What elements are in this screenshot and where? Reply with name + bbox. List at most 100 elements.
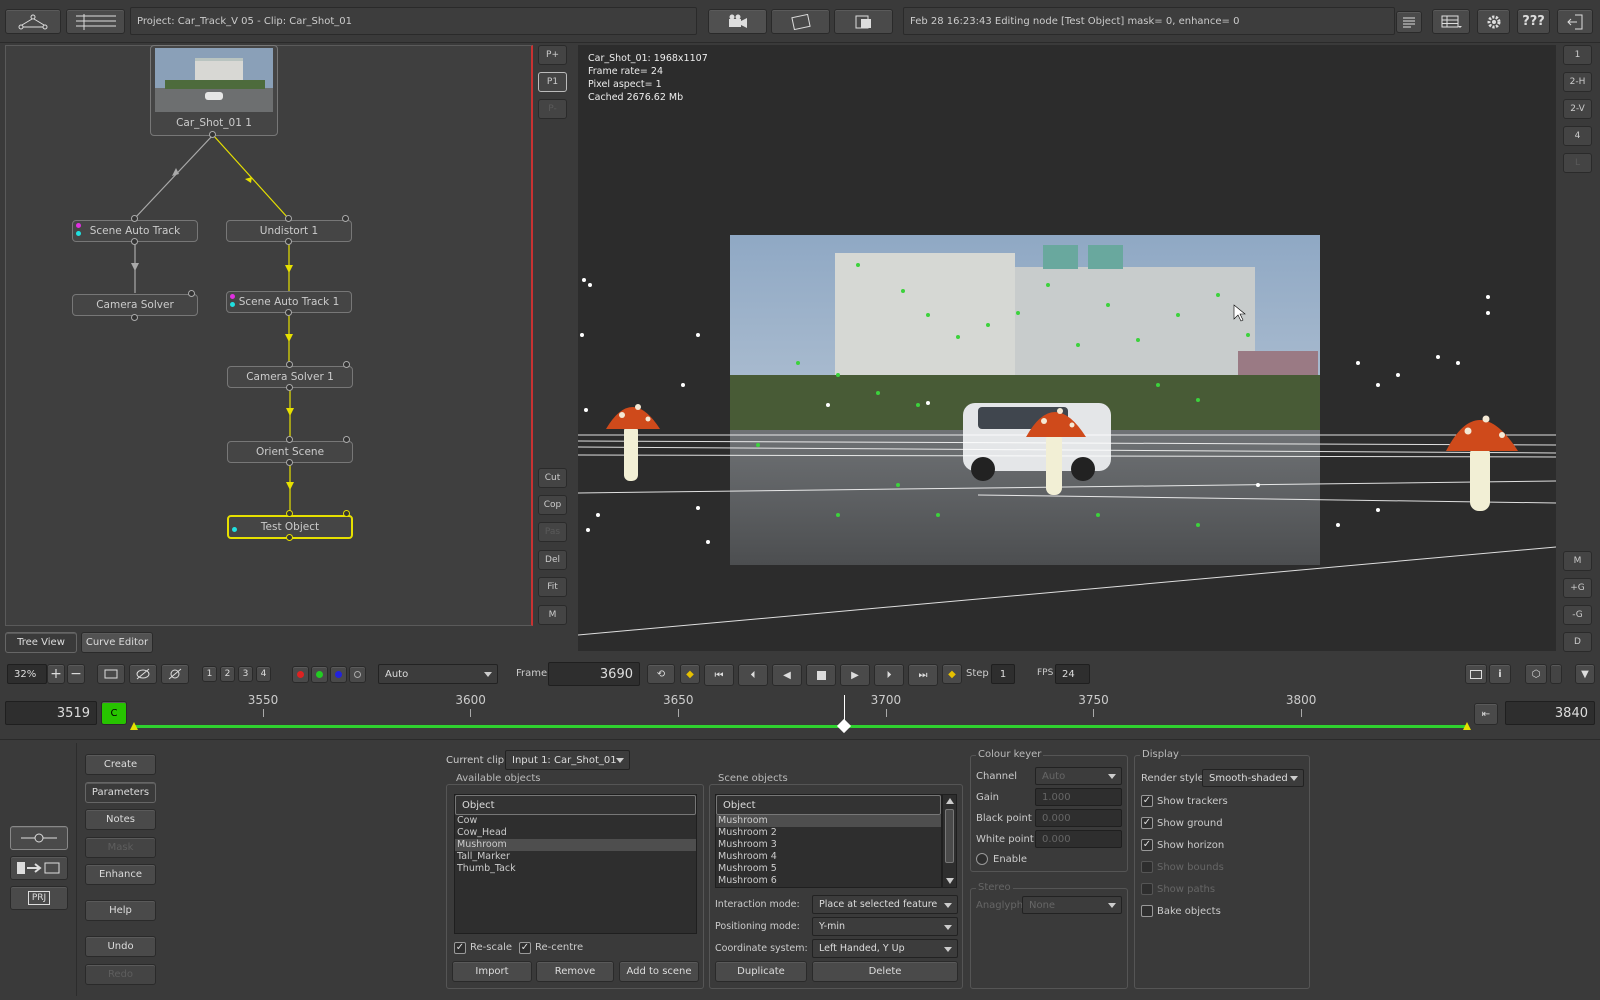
- view-2-button[interactable]: 2: [220, 666, 235, 682]
- node-output-pin[interactable]: [131, 238, 138, 245]
- node-output-pin[interactable]: [209, 131, 216, 138]
- node-option-pin[interactable]: [343, 436, 350, 443]
- key-next-button[interactable]: ◆: [942, 664, 962, 684]
- list-item[interactable]: Cow: [455, 815, 696, 827]
- node-input-pin[interactable]: [131, 215, 138, 222]
- node-input-pin[interactable]: [131, 314, 138, 321]
- viewer-m-button[interactable]: M: [1563, 551, 1592, 571]
- timeline-end-marker[interactable]: [1463, 722, 1471, 730]
- node-option-pin[interactable]: [343, 510, 350, 517]
- play-backward-button[interactable]: ◀: [772, 664, 802, 686]
- viewer-layout-4-button[interactable]: 4: [1563, 126, 1592, 146]
- settings-button[interactable]: [1477, 9, 1510, 34]
- key-prev-button[interactable]: ◆: [680, 664, 700, 684]
- viewer-layout-1-button[interactable]: 1: [1563, 45, 1592, 65]
- fps-input[interactable]: 24: [1055, 664, 1090, 684]
- tool-transfer-button[interactable]: [10, 856, 68, 880]
- show-bounds-checkbox[interactable]: [1141, 861, 1153, 873]
- paste-button[interactable]: Pas: [538, 522, 567, 542]
- info-button[interactable]: i: [1489, 664, 1511, 684]
- list-item[interactable]: Mushroom 2: [716, 827, 941, 839]
- frame-input[interactable]: 3690: [548, 662, 640, 686]
- node-output-pin[interactable]: [285, 238, 292, 245]
- viewer-d-button[interactable]: D: [1563, 632, 1592, 652]
- scene-objects-list[interactable]: Object Mushroom Mushroom 2 Mushroom 3 Mu…: [715, 794, 942, 888]
- step-forward-button[interactable]: ⏵: [874, 664, 904, 686]
- loop-button[interactable]: ⟲: [647, 664, 675, 684]
- node-output-pin[interactable]: [188, 290, 195, 297]
- viewer-layout-2h-button[interactable]: 2-H: [1563, 72, 1592, 92]
- list-item[interactable]: Mushroom: [716, 815, 941, 827]
- timeline-fit-button[interactable]: ⇤: [1474, 703, 1498, 725]
- help-button[interactable]: ???: [1517, 9, 1550, 34]
- list-item[interactable]: Mushroom 4: [716, 851, 941, 863]
- overlay-toggle-button[interactable]: [129, 664, 157, 684]
- step-input[interactable]: 1: [991, 664, 1015, 684]
- notes-button[interactable]: Notes: [85, 809, 156, 830]
- show-trackers-checkbox[interactable]: ✓: [1141, 795, 1153, 807]
- enhance-button[interactable]: Enhance: [85, 864, 156, 885]
- zoom-in-button[interactable]: +: [47, 664, 65, 684]
- render-style-dropdown[interactable]: Smooth-shaded: [1202, 769, 1304, 787]
- node-option-pin[interactable]: [343, 361, 350, 368]
- viewer-panel[interactable]: Car_Shot_01: 1968x1107 Frame rate= 24 Pi…: [578, 45, 1556, 651]
- undo-button[interactable]: Undo: [85, 936, 156, 957]
- node-input-pin[interactable]: [286, 510, 293, 517]
- fit-button[interactable]: Fit: [538, 577, 567, 597]
- 3d-option-button[interactable]: [1550, 664, 1562, 684]
- layout-menu-button[interactable]: [1432, 9, 1470, 34]
- tool-line-button[interactable]: [10, 826, 68, 850]
- node-input-pin[interactable]: [286, 361, 293, 368]
- viewer-layout-2v-button[interactable]: 2-V: [1563, 99, 1592, 119]
- node-output-pin[interactable]: [285, 309, 292, 316]
- blue-channel-button[interactable]: [330, 666, 347, 683]
- timeline-track[interactable]: 3550 3600 3650 3700 3750 3800: [130, 693, 1471, 734]
- timeline-start-input[interactable]: 3519: [5, 701, 97, 725]
- interaction-mode-dropdown[interactable]: Place at selected feature: [812, 895, 958, 914]
- list-item[interactable]: Mushroom: [455, 839, 696, 851]
- pan-minus-button[interactable]: P-: [538, 99, 567, 119]
- viewer-layout-l-button[interactable]: L: [1563, 153, 1592, 173]
- duplicate-button[interactable]: Duplicate: [715, 961, 807, 982]
- white-point-input[interactable]: 0.000: [1035, 830, 1122, 848]
- import-button[interactable]: Import: [452, 961, 532, 982]
- add-to-scene-button[interactable]: Add to scene: [619, 961, 699, 982]
- zoom-out-button[interactable]: −: [67, 664, 85, 684]
- red-channel-button[interactable]: [292, 666, 309, 683]
- positioning-mode-dropdown[interactable]: Y-min: [812, 917, 958, 936]
- scroll-up-icon[interactable]: [946, 798, 954, 804]
- list-item[interactable]: Tall_Marker: [455, 851, 696, 863]
- list-item[interactable]: Cow_Head: [455, 827, 696, 839]
- tab-curve-editor[interactable]: Curve Editor: [81, 632, 153, 653]
- current-clip-dropdown[interactable]: Input 1: Car_Shot_01: [505, 750, 630, 770]
- timeline-c-button[interactable]: C: [101, 701, 127, 725]
- available-objects-list[interactable]: Object Cow Cow_Head Mushroom Tall_Marker…: [454, 794, 697, 934]
- node-option-pin[interactable]: [342, 215, 349, 222]
- mask-button[interactable]: Mask: [85, 837, 156, 858]
- step-back-button[interactable]: ⏴: [738, 664, 768, 686]
- help-panel-button[interactable]: Help: [85, 900, 156, 921]
- node-output-pin[interactable]: [286, 534, 293, 541]
- clip-node[interactable]: Car_Shot_01 1: [150, 45, 278, 136]
- parameters-button[interactable]: Parameters: [85, 782, 156, 803]
- timeline-start-marker[interactable]: [130, 722, 138, 730]
- menu-m-button[interactable]: M: [538, 605, 567, 625]
- viewer-plus-g-button[interactable]: +G: [1563, 578, 1592, 598]
- list-item[interactable]: Mushroom 6: [716, 875, 941, 887]
- view-1-button[interactable]: 1: [202, 666, 217, 682]
- mask-toggle-button[interactable]: [161, 664, 189, 684]
- list-item[interactable]: Mushroom 5: [716, 863, 941, 875]
- scroll-thumb[interactable]: [945, 809, 954, 863]
- 3d-view-button[interactable]: ⬡: [1525, 664, 1547, 684]
- create-button[interactable]: Create: [85, 754, 156, 775]
- delete-node-button[interactable]: Del: [538, 550, 567, 570]
- fit-view-button[interactable]: [97, 664, 125, 684]
- copy-button[interactable]: Cop: [538, 495, 567, 515]
- rescale-checkbox[interactable]: ✓: [454, 942, 466, 954]
- show-ground-checkbox[interactable]: ✓: [1141, 817, 1153, 829]
- pan-one-button[interactable]: P1: [538, 72, 567, 92]
- cut-button[interactable]: Cut: [538, 468, 567, 488]
- forward-end-button[interactable]: ⏭: [908, 664, 938, 686]
- camera-view-button[interactable]: [708, 9, 767, 34]
- play-forward-button[interactable]: ▶: [840, 664, 870, 686]
